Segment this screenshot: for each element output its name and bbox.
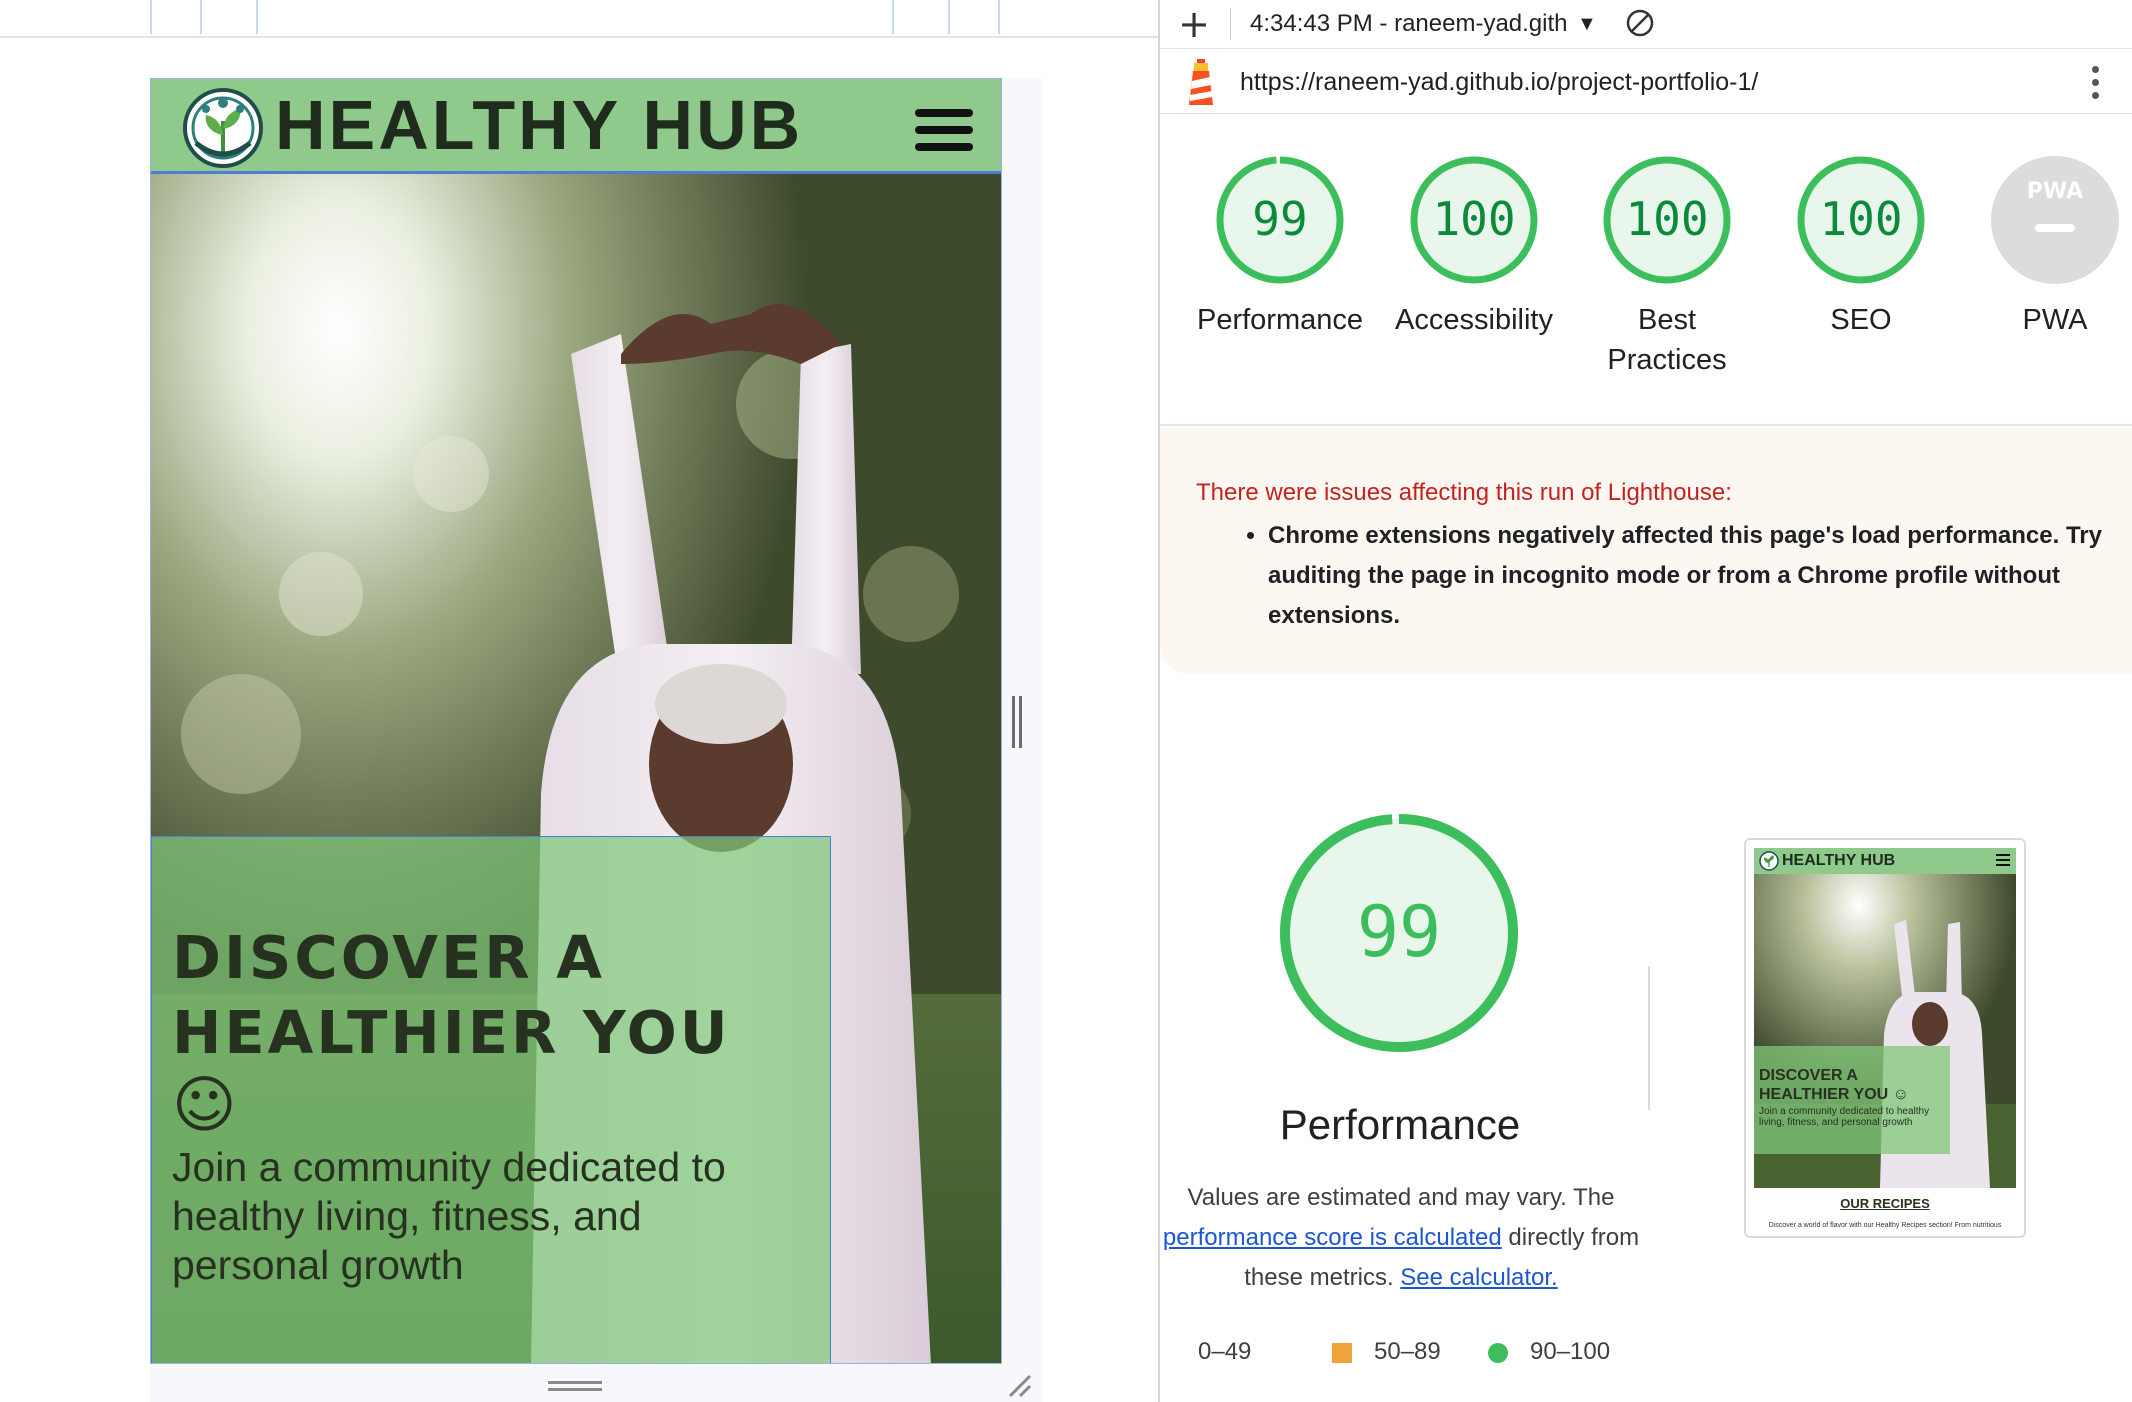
gauge-label: SEO — [1830, 304, 1892, 336]
hero-heading-text: DISCOVER A HEALTHIER YOU — [172, 923, 731, 1067]
device-viewport: HEALTHY HUB DISCOVER A HEALTHIER YOU ☺ J… — [150, 78, 1002, 1364]
score-ring: 100 — [1603, 156, 1731, 284]
metrics-note-start: Values are estimated and may vary. The — [1187, 1184, 1615, 1211]
site-title[interactable]: HEALTHY HUB — [275, 85, 803, 165]
toolbar-divider — [1230, 8, 1231, 40]
report-url-bar: https://raneem-yad.github.io/project-por… — [1160, 49, 2132, 114]
score-ring: 100 — [1797, 156, 1925, 284]
legend-range: 90–100 — [1530, 1338, 1611, 1365]
pwa-badge-icon: PWA — [1991, 156, 2119, 284]
warning-title: There were issues affecting this run of … — [1196, 479, 1732, 506]
device-width-resize-handle[interactable] — [1012, 696, 1024, 748]
hero-text-box: DISCOVER A HEALTHIER YOU ☺ Join a commun… — [151, 836, 831, 1363]
gauge-performance[interactable]: 99 Performance — [1183, 154, 1377, 340]
performance-score: 99 — [1357, 891, 1441, 973]
performance-gauge[interactable]: 99 — [1274, 808, 1524, 1058]
gauge-score: 100 — [1625, 192, 1708, 246]
thumbnail-heading: DISCOVER A HEALTHIER YOU ☺ — [1759, 1067, 1909, 1103]
hamburger-menu-icon — [1996, 854, 2010, 868]
score-ring: 100 — [1410, 156, 1538, 284]
thumbnail-header: HEALTHY HUB — [1754, 848, 2016, 874]
ruler-tick[interactable] — [948, 0, 950, 34]
smiley-icon: ☺ — [172, 1068, 237, 1141]
legend-item-pass: 90–100 — [1488, 1332, 1610, 1372]
lighthouse-toolbar: + 4:34:43 PM - raneem-yad.gith ▼ — [1160, 0, 2132, 49]
ruler-tick[interactable] — [256, 0, 258, 34]
gauge-seo[interactable]: 100 SEO — [1764, 154, 1958, 340]
circle-icon — [1488, 1342, 1508, 1363]
gauge-score: 100 — [1819, 192, 1902, 246]
corner-resize-icon[interactable] — [1006, 1372, 1032, 1398]
vertical-divider — [1648, 966, 1650, 1110]
gauge-score: 99 — [1252, 192, 1307, 246]
more-options-icon[interactable] — [2092, 66, 2100, 100]
legend-item-fail: 0–49 — [1176, 1332, 1251, 1372]
media-query-ruler — [0, 0, 1158, 38]
see-calculator-link[interactable]: See calculator. — [1400, 1264, 1557, 1291]
performance-title: Performance — [1279, 1101, 1521, 1148]
thumbnail-recipes-heading: OUR RECIPES — [1840, 1196, 1930, 1211]
score-legend: 0–49 50–89 90–100 — [1176, 1332, 1776, 1372]
device-preview-pane: HEALTHY HUB DISCOVER A HEALTHIER YOU ☺ J… — [0, 0, 1158, 1402]
gauge-pwa[interactable]: PWA PWA — [1958, 154, 2132, 340]
gauge-score: 100 — [1432, 192, 1515, 246]
legend-range: 50–89 — [1374, 1338, 1441, 1365]
runtime-warning: There were issues affecting this run of … — [1160, 428, 2132, 674]
thumbnail-hero-box: DISCOVER A HEALTHIER YOU ☺ Join a commun… — [1754, 1046, 1950, 1154]
thumbnail-recipes-text: Discover a world of flavor with our Heal… — [1768, 1222, 2002, 1229]
score-ring: 99 — [1216, 156, 1344, 284]
ruler-tick[interactable] — [892, 0, 894, 34]
dropdown-caret-icon[interactable]: ▼ — [1577, 8, 1597, 40]
hamburger-menu-icon[interactable] — [915, 109, 973, 157]
block-icon[interactable] — [1625, 8, 1655, 38]
thumbnail-title: HEALTHY HUB — [1782, 852, 1896, 869]
gauge-best-practices[interactable]: 100 Best Practices — [1570, 154, 1764, 380]
gauge-label: Best Practices — [1607, 304, 1727, 376]
performance-score-calculated-link[interactable]: performance score is calculated — [1163, 1224, 1502, 1251]
metrics-note: Values are estimated and may vary. The p… — [1160, 1178, 1646, 1298]
report-url: https://raneem-yad.github.io/project-por… — [1240, 68, 1759, 96]
warning-list: Chrome extensions negatively affected th… — [1226, 516, 2128, 636]
lighthouse-icon — [1189, 59, 1213, 105]
section-divider — [1160, 424, 2132, 426]
hero-subtitle: Join a community dedicated to healthy li… — [172, 1144, 726, 1288]
legend-range: 0–49 — [1198, 1338, 1252, 1365]
hero-heading: DISCOVER A HEALTHIER YOU ☺ — [172, 920, 812, 1140]
leaf-logo-icon[interactable] — [182, 87, 264, 169]
gauge-accessibility[interactable]: 100 Accessibility — [1377, 154, 1571, 340]
gauge-label: Performance — [1196, 304, 1363, 336]
lighthouse-panel: + 4:34:43 PM - raneem-yad.gith ▼ https:/… — [1158, 0, 2132, 1402]
pwa-badge-text: PWA — [2027, 179, 2083, 204]
ruler-tick[interactable] — [998, 0, 1000, 34]
ruler-tick[interactable] — [150, 0, 152, 34]
leaf-logo-icon — [1759, 851, 1779, 871]
legend-item-average: 50–89 — [1332, 1332, 1441, 1372]
gauge-label: PWA — [2022, 304, 2088, 336]
plus-icon[interactable]: + — [1178, 5, 1210, 43]
final-screenshot-thumbnail[interactable]: HEALTHY HUB DISCOVER A HEALTHIER YOU ☺ J… — [1744, 838, 2026, 1238]
warning-item: Chrome extensions negatively affected th… — [1268, 516, 2128, 636]
site-header: HEALTHY HUB — [151, 79, 1001, 174]
gauge-label: Accessibility — [1395, 304, 1553, 336]
ruler-tick[interactable] — [200, 0, 202, 34]
device-height-resize-handle[interactable] — [548, 1381, 602, 1391]
report-select[interactable]: 4:34:43 PM - raneem-yad.gith — [1250, 8, 1568, 40]
thumbnail-text: Join a community dedicated to healthy li… — [1759, 1106, 1930, 1128]
square-icon — [1332, 1342, 1352, 1363]
